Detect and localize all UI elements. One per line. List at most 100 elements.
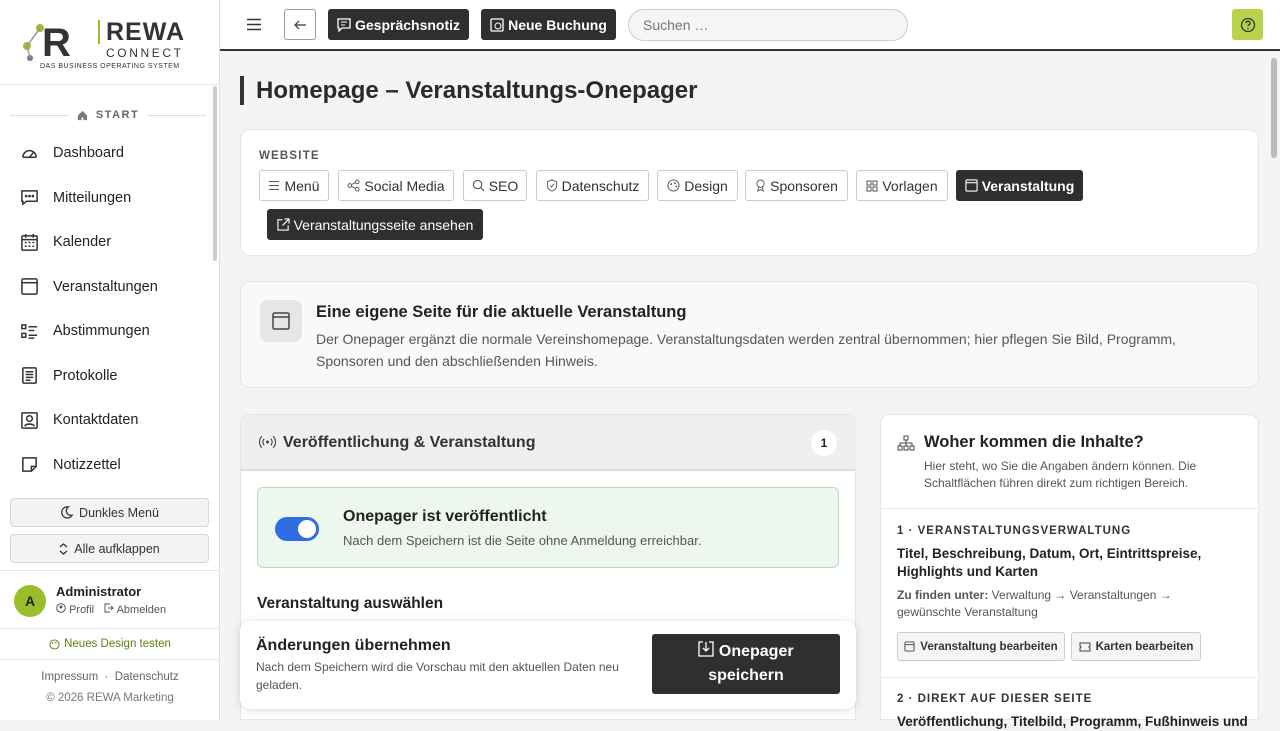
sidebar-item-kontaktdaten[interactable]: Kontaktdaten xyxy=(0,398,220,443)
edit-cards-button[interactable]: Karten bearbeiten xyxy=(1071,632,1201,661)
sidebar-item-abstimmungen[interactable]: Abstimmungen xyxy=(0,309,220,354)
gauge-icon xyxy=(22,149,37,158)
chip-label: SEO xyxy=(488,177,519,194)
save-button-line1: Onepager xyxy=(718,643,794,660)
new-design-label: Neues Design testen xyxy=(64,638,171,650)
arrow-left-icon xyxy=(293,20,306,29)
save-text: Nach dem Speichern wird die Vorschau mit… xyxy=(256,660,619,692)
publish-toggle[interactable] xyxy=(275,517,319,541)
topbar: Gesprächsnotiz Neue Buchung xyxy=(220,0,1280,51)
logout-link[interactable]: Abmelden xyxy=(104,603,166,616)
chip-label: Design xyxy=(684,177,728,194)
step1-label: 1 · VERANSTALTUNGSVERWALTUNG xyxy=(897,525,1132,537)
main-scrollbar[interactable] xyxy=(1271,58,1277,158)
external-link-icon xyxy=(276,218,290,231)
save-button-line2: speichern xyxy=(708,667,784,684)
copyright: © 2026 REWA Marketing xyxy=(46,692,174,704)
website-card: WEBSITE Menü Social Media SEO Datenschut… xyxy=(240,129,1259,256)
conversation-note-label: Gesprächsnotiz xyxy=(354,16,461,33)
sidebar-item-label: Veranstaltungen xyxy=(53,278,158,295)
event-icon xyxy=(904,641,915,652)
shield-icon xyxy=(546,179,557,192)
edit-event-button[interactable]: Veranstaltung bearbeiten xyxy=(897,632,1065,661)
save-title: Änderungen übernehmen xyxy=(256,637,451,654)
sidebar-scrollbar[interactable] xyxy=(213,86,217,261)
section-start[interactable]: START xyxy=(10,109,207,121)
dark-menu-button[interactable]: Dunkles Menü xyxy=(10,498,209,527)
chip-sponsoren[interactable]: Sponsoren xyxy=(745,170,848,201)
sidebar-item-label: Kalender xyxy=(53,234,112,251)
logo-tagline: Das Business Operating System xyxy=(40,63,180,70)
chip-veranstaltung[interactable]: Veranstaltung xyxy=(956,170,1083,201)
back-button[interactable] xyxy=(284,9,316,40)
help-button[interactable] xyxy=(1232,9,1263,40)
chip-menu[interactable]: Menü xyxy=(259,170,329,201)
chip-seo[interactable]: SEO xyxy=(463,170,527,201)
sitemap-icon xyxy=(897,435,915,451)
sidebar-item-label: Kontaktdaten xyxy=(53,412,139,429)
sidebar: R REWA CONNECT Das Business Operating Sy… xyxy=(0,0,220,720)
chip-label: Veranstaltung xyxy=(981,177,1075,194)
grid-icon xyxy=(866,180,878,191)
hamburger-icon xyxy=(247,18,261,31)
view-event-page-button[interactable]: Veranstaltungsseite ansehen xyxy=(267,209,483,240)
ticket-icon xyxy=(1079,642,1091,651)
logo-name: REWA xyxy=(98,20,185,45)
share-icon xyxy=(347,179,360,192)
step1-find-label: Zu finden unter: xyxy=(897,588,989,602)
palette-icon xyxy=(49,638,60,650)
divider xyxy=(881,508,1259,509)
new-booking-button[interactable]: Neue Buchung xyxy=(481,9,616,40)
chip-vorlagen[interactable]: Vorlagen xyxy=(856,170,948,201)
save-onepager-button[interactable]: Onepager speichern xyxy=(652,634,840,694)
help-icon xyxy=(1240,17,1255,32)
checklist-icon xyxy=(21,323,38,339)
sidebar-item-protokolle[interactable]: Protokolle xyxy=(0,354,220,399)
publish-status-text: Nach dem Speichern ist die Seite ohne An… xyxy=(343,533,702,548)
sidebar-item-notizzettel[interactable]: Notizzettel xyxy=(0,443,220,488)
section-count-badge: 1 xyxy=(811,430,837,456)
publish-status-box: Onepager ist veröffentlicht Nach dem Spe… xyxy=(257,487,839,568)
select-event-label: Veranstaltung auswählen xyxy=(257,595,444,612)
logo[interactable]: R REWA CONNECT Das Business Operating Sy… xyxy=(0,0,219,85)
event-icon xyxy=(965,179,978,192)
datenschutz-link[interactable]: Datenschutz xyxy=(115,671,179,683)
search-icon xyxy=(472,179,485,192)
hamburger-button[interactable] xyxy=(242,9,266,40)
chip-design[interactable]: Design xyxy=(657,170,738,201)
home-icon xyxy=(77,110,87,120)
expand-all-label: Alle aufklappen xyxy=(74,541,160,556)
sidebar-item-kalender[interactable]: Kalender xyxy=(0,220,220,265)
document-icon xyxy=(22,367,37,385)
sidebar-item-label: Dashboard xyxy=(53,145,124,162)
chevron-updown-icon xyxy=(59,542,68,555)
impressum-link[interactable]: Impressum xyxy=(41,671,98,683)
edit-cards-label: Karten bearbeiten xyxy=(1095,640,1194,653)
footer-links: Impressum · Datenschutz xyxy=(0,671,220,683)
new-design-link[interactable]: Neues Design testen xyxy=(0,628,220,660)
expand-all-button[interactable]: Alle aufklappen xyxy=(10,534,209,563)
download-icon xyxy=(698,641,715,657)
user-name: Administrator xyxy=(56,584,142,599)
publish-status-title: Onepager ist veröffentlicht xyxy=(343,508,547,525)
save-bar: Änderungen übernehmen Nach dem Speichern… xyxy=(240,621,856,709)
sidebar-item-veranstaltungen[interactable]: Veranstaltungen xyxy=(0,265,220,310)
search-input[interactable] xyxy=(628,9,908,41)
chip-social-media[interactable]: Social Media xyxy=(338,170,454,201)
logo-connect: CONNECT xyxy=(106,46,184,60)
publish-header[interactable]: Veröffentlichung & Veranstaltung 1 xyxy=(241,415,856,471)
step1-location: Zu finden unter: Verwaltung → Veranstalt… xyxy=(897,587,1227,621)
conversation-note-button[interactable]: Gesprächsnotiz xyxy=(328,9,469,40)
info-card: Eine eigene Seite für die aktuelle Veran… xyxy=(240,281,1259,388)
rewa-logo-icon: R xyxy=(23,21,71,62)
profile-link[interactable]: Profil xyxy=(56,603,94,616)
chat-icon xyxy=(21,190,38,206)
edit-event-label: Veranstaltung bearbeiten xyxy=(920,640,1058,653)
sidebar-item-label: Protokolle xyxy=(53,367,118,384)
palette-icon xyxy=(667,179,680,192)
chip-datenschutz[interactable]: Datenschutz xyxy=(536,170,649,201)
profile-label: Profil xyxy=(69,604,95,616)
event-icon xyxy=(21,278,38,296)
sidebar-item-mitteilungen[interactable]: Mitteilungen xyxy=(0,176,220,221)
sidebar-item-dashboard[interactable]: Dashboard xyxy=(0,131,220,176)
